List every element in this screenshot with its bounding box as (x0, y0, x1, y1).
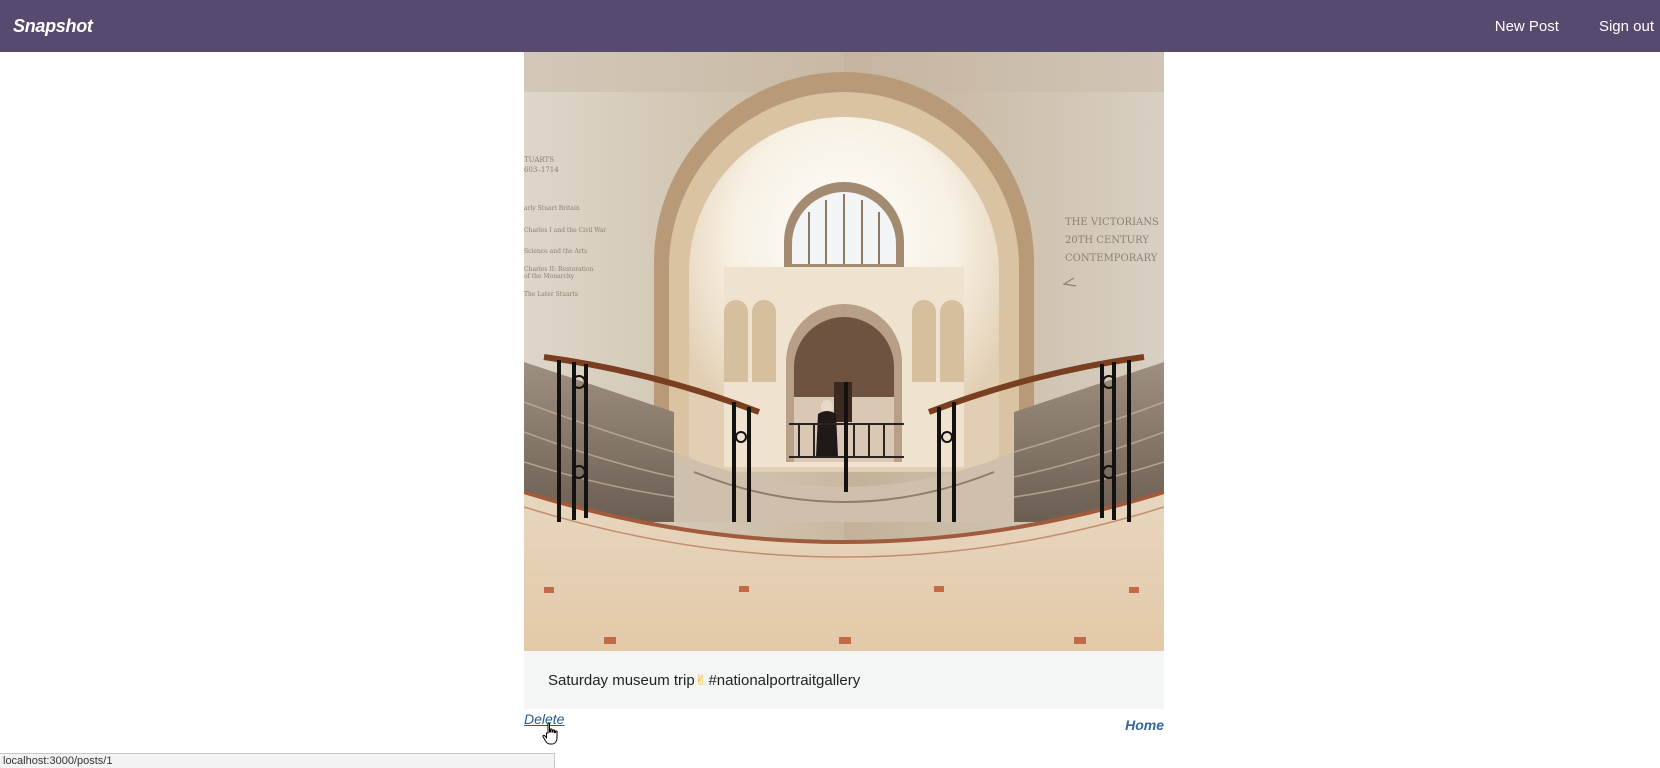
caption-box: Saturday museum trip✌ #nationalportraitga… (524, 651, 1164, 709)
wall-text-left-4: Science and the Arts (524, 248, 587, 255)
post-actions: Delete Home (524, 711, 1164, 735)
top-navbar: Snapshot New Post Sign out (0, 0, 1660, 52)
post-card: TUARTS 603–1714 arly Stuart Britain Char… (524, 52, 1164, 709)
wall-text-left-3: Charles I and the Civil War (524, 227, 606, 234)
sign-out-link[interactable]: Sign out (1599, 18, 1654, 35)
hand-pointer-cursor-icon (542, 722, 558, 745)
caption-text: Saturday museum trip (548, 671, 695, 689)
browser-status-bar: localhost:3000/posts/1 (0, 753, 555, 768)
victory-hand-emoji: ✌ (694, 672, 707, 689)
brand-logo-link[interactable]: Snapshot (13, 16, 93, 37)
wall-text-right-1: 20TH CENTURY (1065, 235, 1149, 246)
wall-text-left-6: of the Monarchy (524, 273, 575, 280)
wall-text-left-2: arly Stuart Britain (524, 205, 580, 212)
post-photo: TUARTS 603–1714 arly Stuart Britain Char… (524, 52, 1164, 651)
wall-text-right-0: THE VICTORIANS (1065, 217, 1159, 228)
nav-links: New Post Sign out (1455, 0, 1654, 52)
post-caption: Saturday museum trip✌ #nationalportraitga… (548, 672, 860, 689)
caption-hashtag[interactable]: #nationalportraitgallery (708, 672, 860, 689)
status-url: localhost:3000/posts/1 (3, 755, 113, 767)
wall-text-right-2: CONTEMPORARY (1065, 253, 1158, 264)
wall-text-left-5: Charles II: Restoration (524, 266, 594, 273)
home-link[interactable]: Home (1125, 717, 1164, 733)
wall-text-left-0: TUARTS (524, 156, 554, 164)
wall-text-left-1: 603–1714 (524, 166, 559, 174)
new-post-link[interactable]: New Post (1495, 18, 1559, 35)
wall-text-left-7: The Later Stuarts (524, 291, 578, 298)
